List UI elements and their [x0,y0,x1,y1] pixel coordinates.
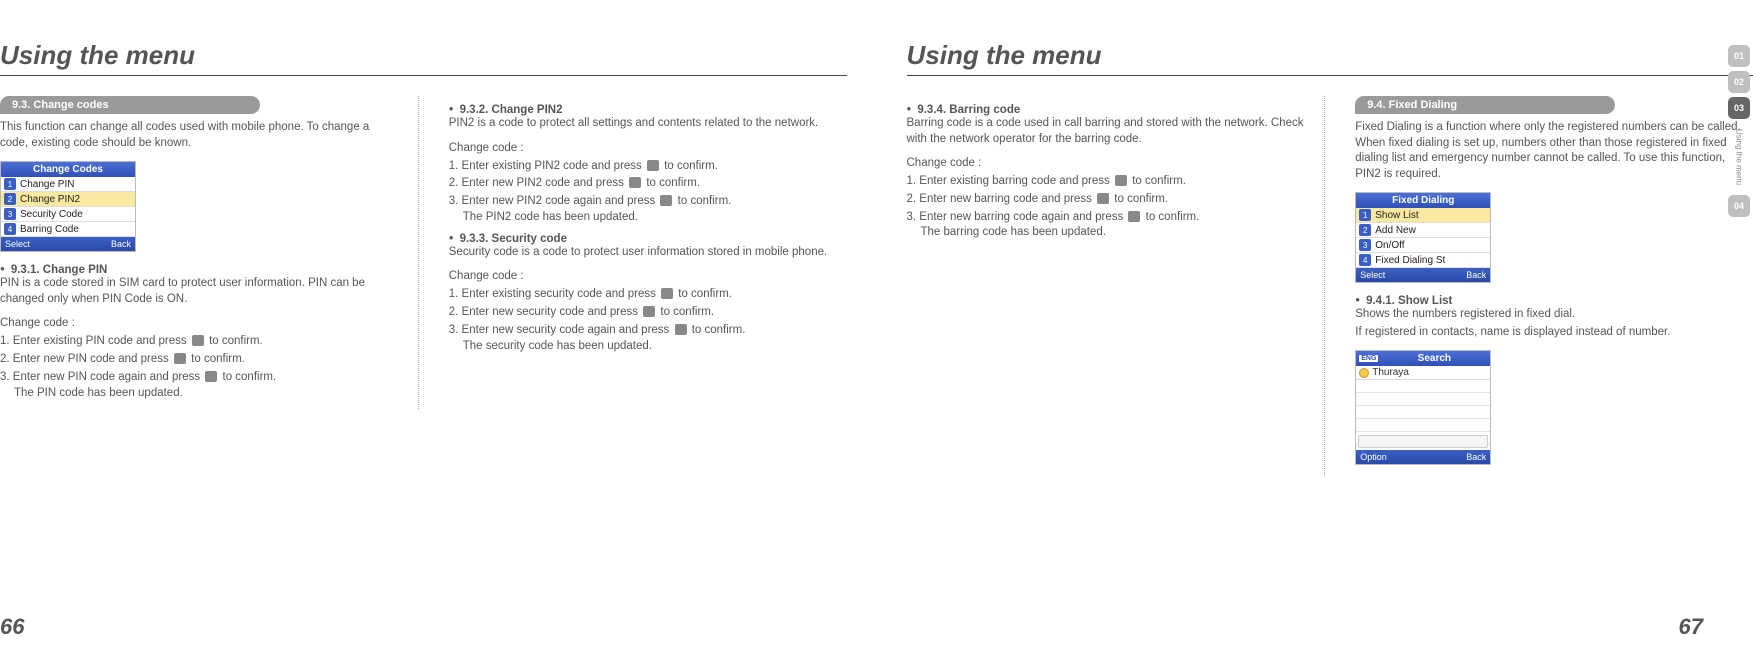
section-94-intro: Fixed Dialing is a function where only t… [1355,120,1753,182]
screenshot-softkeys: Select Back [1,237,135,251]
ok-icon [1128,211,1140,222]
col-2: 9.3.2. Change PIN2 PIN2 is a code to pro… [449,96,847,409]
section-94-pill: 9.4. Fixed Dialing [1355,96,1615,114]
screenshot-softkeys: Option Back [1356,450,1490,464]
ok-icon [1115,175,1127,186]
section-934-result: The barring code has been updated. [907,226,1305,238]
tab-04[interactable]: 04 [1728,195,1750,217]
ok-icon [675,324,687,335]
thuraya-brand-row: Thuraya [1356,366,1490,380]
ok-icon [1097,193,1109,204]
tab-01[interactable]: 01 [1728,45,1750,67]
screenshot-row: 3Security Code [1,207,135,222]
side-vertical-label: Using the menu [1735,129,1744,185]
screenshot-row: 2Change PIN2 [1,192,135,207]
screenshot-row: 1Show List [1356,208,1490,223]
screenshot-row: 4Barring Code [1,222,135,237]
col-4: 9.4. Fixed Dialing Fixed Dialing is a fu… [1355,96,1753,477]
section-932-steps: 1. Enter existing PIN2 code and press to… [449,158,847,223]
section-93-pill: 9.3. Change codes [0,96,260,114]
section-932-desc: PIN2 is a code to protect all settings a… [449,116,847,132]
title-rule [0,75,847,76]
search-screenshot: ENG Search Thuraya Option Back [1355,350,1491,465]
fixed-dialing-screenshot: Fixed Dialing 1Show List 2Add New 3On/Of… [1355,192,1491,283]
page-number-left: 66 [0,614,24,640]
ok-icon [192,335,204,346]
screenshot-row: 4Fixed Dialing St [1356,253,1490,268]
screenshot-row: 3On/Off [1356,238,1490,253]
section-941-line1: Shows the numbers registered in fixed di… [1355,307,1753,323]
section-934-title: 9.3.4. Barring code [907,104,1305,116]
section-932-result: The PIN2 code has been updated. [449,211,847,223]
ok-icon [660,195,672,206]
screenshot-row: 2Add New [1356,223,1490,238]
ok-icon [205,371,217,382]
side-tabs: 01 02 03 Using the menu 04 [1725,45,1753,217]
change-codes-screenshot: Change Codes 1Change PIN 2Change PIN2 3S… [0,161,136,252]
screenshot-title: Change Codes [1,162,135,177]
change-code-label: Change code : [907,157,1305,169]
page-title-right: Using the menu [907,40,1753,71]
tab-02[interactable]: 02 [1728,71,1750,93]
ok-icon [661,288,673,299]
search-input-field [1358,435,1488,448]
change-code-label: Change code : [0,317,398,329]
change-code-label: Change code : [449,270,847,282]
section-933-desc: Security code is a code to protect user … [449,245,847,261]
section-933-steps: 1. Enter existing security code and pres… [449,286,847,351]
section-934-steps: 1. Enter existing barring code and press… [907,173,1305,238]
col-1: 9.3. Change codes This function can chan… [0,96,419,409]
screenshot-softkeys: Select Back [1356,268,1490,282]
page-title-left: Using the menu [0,40,847,71]
section-93-intro: This function can change all codes used … [0,120,398,151]
eng-badge: ENG [1359,355,1378,362]
ok-icon [174,353,186,364]
change-code-label: Change code : [449,142,847,154]
tab-03[interactable]: 03 [1728,97,1750,119]
thuraya-icon [1359,368,1369,378]
title-rule [907,75,1753,76]
section-933-title: 9.3.3. Security code [449,233,847,245]
section-931-steps: 1. Enter existing PIN code and press to … [0,333,398,398]
section-932-title: 9.3.2. Change PIN2 [449,104,847,116]
col-3: 9.3.4. Barring code Barring code is a co… [907,96,1326,477]
section-934-desc: Barring code is a code used in call barr… [907,116,1305,147]
screenshot-title: Fixed Dialing [1356,193,1490,208]
page-66: Using the menu 9.3. Change codes This fu… [0,0,887,650]
ok-icon [643,306,655,317]
section-931-desc: PIN is a code stored in SIM card to prot… [0,276,398,307]
section-931-title: 9.3.1. Change PIN [0,264,398,276]
page-67: Using the menu 9.3.4. Barring code Barri… [887,0,1753,650]
section-933-result: The security code has been updated. [449,340,847,352]
search-body [1356,380,1490,450]
section-931-result: The PIN code has been updated. [0,387,398,399]
section-941-title: 9.4.1. Show List [1355,295,1753,307]
page-number-right: 67 [1679,614,1703,640]
ok-icon [629,177,641,188]
screenshot-row: 1Change PIN [1,177,135,192]
screenshot-title: ENG Search [1356,351,1490,366]
section-941-line2: If registered in contacts, name is displ… [1355,325,1753,341]
ok-icon [647,160,659,171]
